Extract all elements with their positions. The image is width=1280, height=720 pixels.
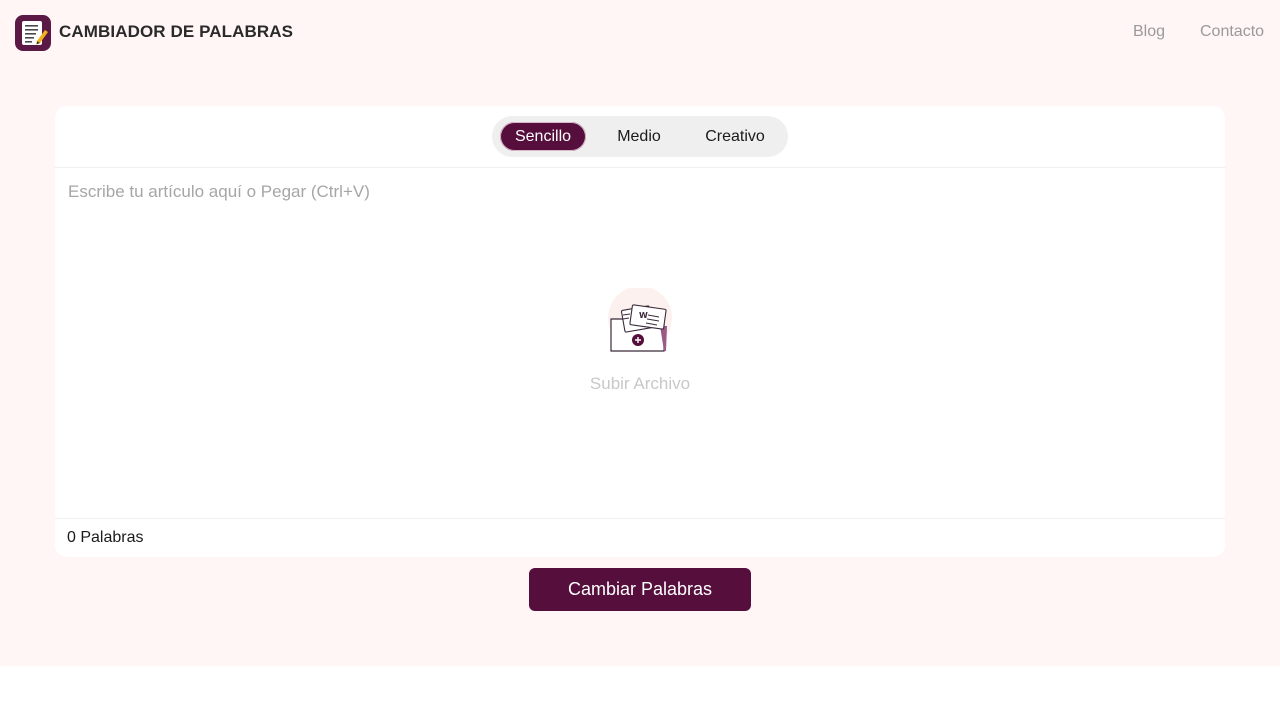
nav-blog-link[interactable]: Blog — [1133, 23, 1165, 41]
notepad-pencil-icon[interactable] — [15, 15, 51, 51]
upload-file-button[interactable]: W Subir Archivo — [560, 288, 720, 398]
change-words-button[interactable]: Cambiar Palabras — [529, 568, 751, 611]
editor-footer: 0 Palabras — [55, 518, 1225, 557]
svg-text:W: W — [639, 311, 648, 320]
mode-tabs-bar: Sencillo Medio Creativo — [55, 106, 1225, 168]
tab-sencillo[interactable]: Sencillo — [500, 122, 586, 151]
text-editor-area: W Subir Archivo — [55, 168, 1225, 519]
brand-title: CAMBIADOR DE PALABRAS — [59, 22, 294, 41]
folder-documents-upload-icon: W — [608, 288, 672, 352]
tab-medio[interactable]: Medio — [602, 122, 676, 151]
upload-label: Subir Archivo — [589, 374, 691, 393]
tab-creativo[interactable]: Creativo — [692, 122, 778, 151]
nav-contact-link[interactable]: Contacto — [1200, 23, 1264, 41]
top-header: CAMBIADOR DE PALABRAS Blog Contacto — [0, 0, 1280, 66]
editor-card: Sencillo Medio Creativo W Subir Archivo … — [55, 106, 1225, 557]
mode-tabs: Sencillo Medio Creativo — [492, 116, 788, 157]
word-count: 0 Palabras — [67, 529, 144, 546]
